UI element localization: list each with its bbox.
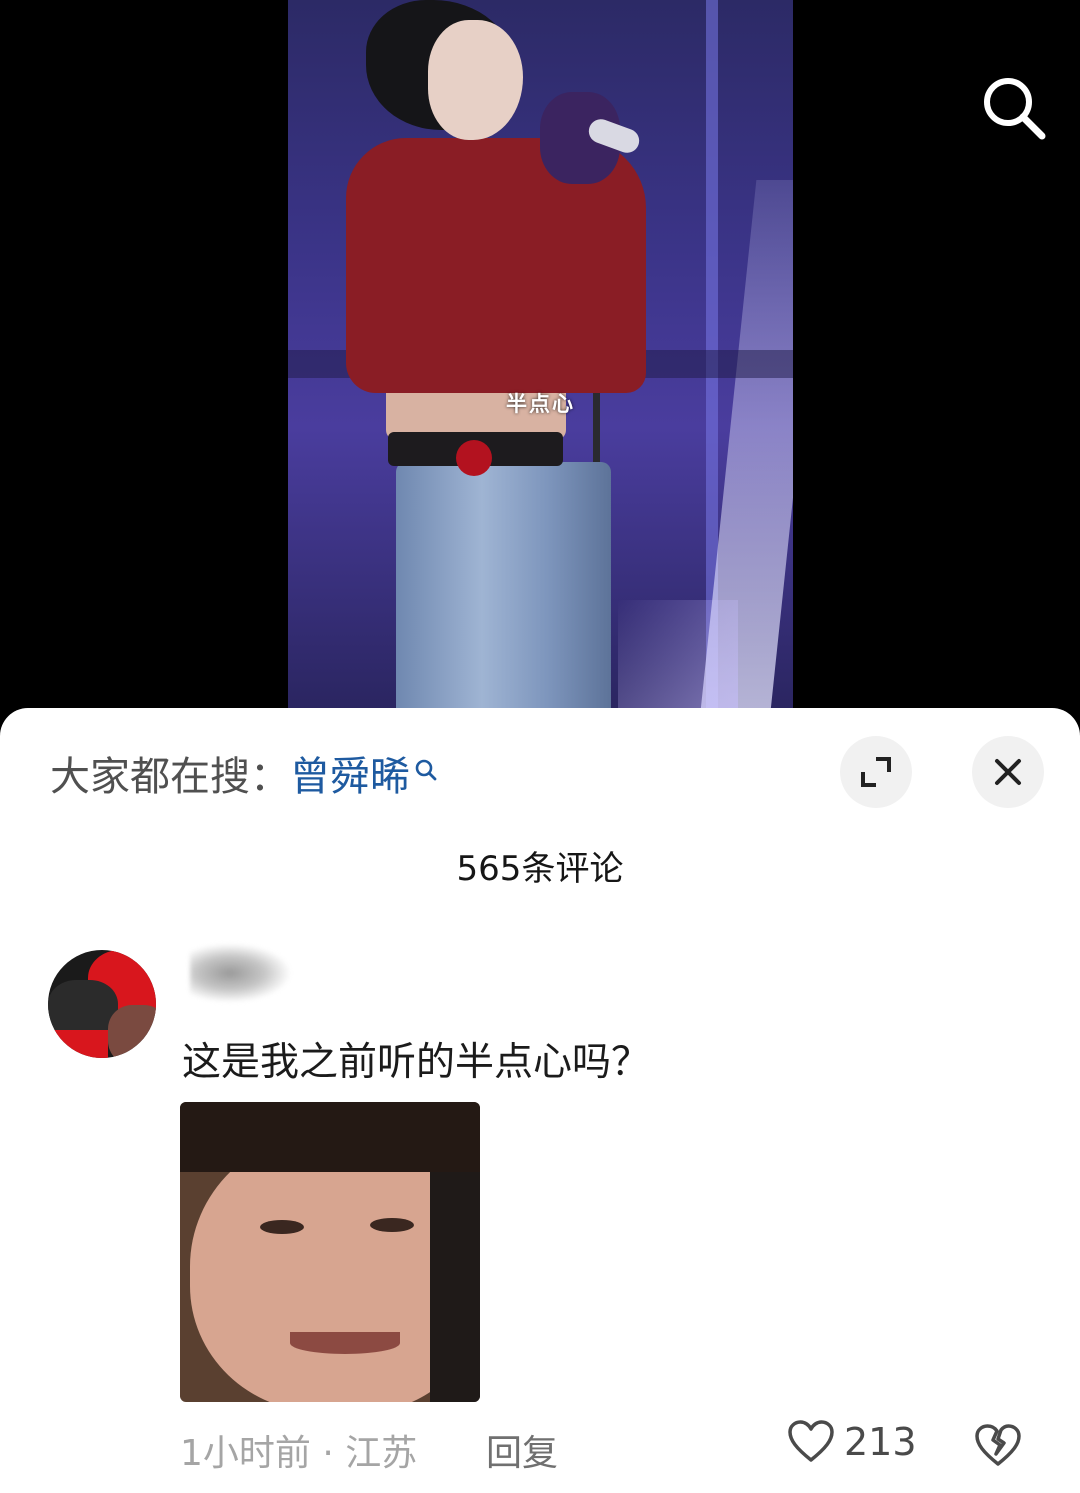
comment-sheet: 大家都在搜：曾舜晞 565条评论 这是我之前听的半点心吗？ 1小时前 · 江苏 … (0, 708, 1080, 1493)
comment-text: 这是我之前听的半点心吗？ (182, 1040, 651, 1085)
comment-meta: 1小时前 · 江苏 (180, 1424, 417, 1476)
trending-prefix: 大家都在搜： (50, 754, 290, 800)
video-player[interactable]: 半点心 (0, 0, 1080, 712)
reply-button[interactable]: 回复 (486, 1424, 558, 1476)
comment-count: 565条评论 (456, 849, 624, 889)
search-button[interactable] (976, 70, 1052, 146)
search-small-icon[interactable] (414, 748, 438, 794)
video-caption: 半点心 (506, 392, 575, 416)
performer-image (288, 0, 793, 712)
expand-button[interactable] (840, 736, 912, 808)
comment-image[interactable] (180, 1102, 480, 1402)
trending-keyword[interactable]: 曾舜晞 (290, 754, 410, 800)
avatar[interactable] (48, 950, 156, 1058)
trending-search[interactable]: 大家都在搜：曾舜晞 (50, 744, 438, 802)
search-icon (984, 78, 1046, 140)
like-count: 213 (844, 1420, 917, 1464)
close-icon (995, 759, 1021, 785)
meta-separator: · (310, 1433, 346, 1474)
like-button[interactable]: 213 (788, 1420, 917, 1464)
heart-icon (788, 1420, 834, 1462)
username-blurred[interactable] (190, 944, 290, 1002)
comment-time: 1小时前 (180, 1433, 311, 1474)
expand-icon (861, 757, 891, 787)
comment-location: 江苏 (345, 1433, 418, 1474)
dislike-button[interactable] (974, 1424, 1022, 1472)
broken-heart-icon (975, 1424, 1021, 1466)
close-button[interactable] (972, 736, 1044, 808)
video-frame[interactable]: 半点心 (288, 0, 793, 712)
comment-item: 这是我之前听的半点心吗？ 1小时前 · 江苏 回复 213 (0, 936, 1080, 1493)
